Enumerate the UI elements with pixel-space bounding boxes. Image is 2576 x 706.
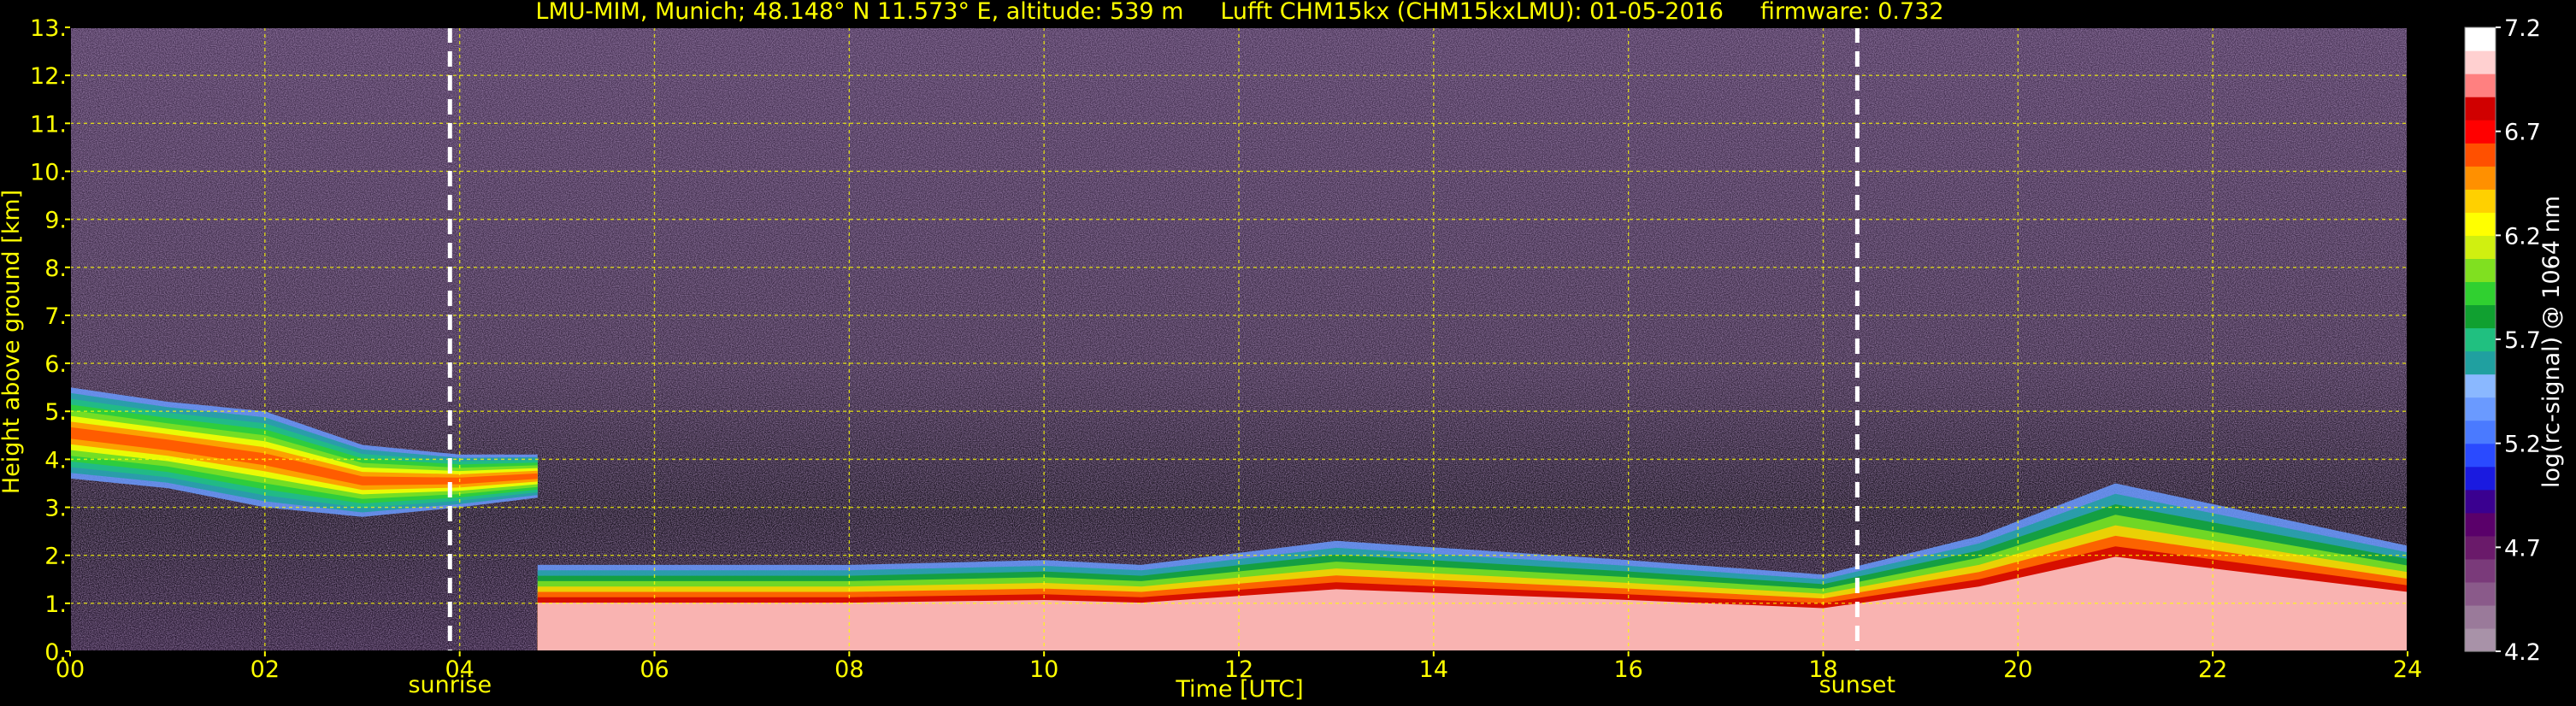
- colorbar-segment: [2465, 50, 2496, 74]
- y-tick-label: 7.: [44, 303, 67, 330]
- colorbar-tick-label: 6.7: [2504, 120, 2541, 146]
- colorbar-segment: [2465, 374, 2496, 398]
- x-tick-label: 22: [2198, 656, 2227, 683]
- x-tick-label: 24: [2393, 656, 2422, 683]
- colorbar-segment: [2465, 143, 2496, 167]
- colorbar-segment: [2465, 466, 2496, 491]
- y-tick-label: 12.: [30, 63, 67, 90]
- colorbar-tick-label: 4.7: [2504, 535, 2541, 562]
- y-tick-label: 13.: [30, 15, 67, 42]
- plot-area: [70, 27, 2408, 651]
- colorbar-tick-label: 5.7: [2504, 327, 2541, 354]
- y-axis-label: Height above ground [km]: [0, 190, 25, 494]
- x-tick-label: 14: [1419, 656, 1448, 683]
- colorbar-segment: [2465, 581, 2496, 606]
- y-axis-ticks: 0. 1. 2. 3. 4. 5. 6. 7. 8. 9. 10. 11. 12. 13.: [30, 15, 70, 666]
- colorbar-segment: [2465, 420, 2496, 444]
- colorbar-segment: [2465, 235, 2496, 259]
- y-tick-label: 8.: [44, 256, 67, 282]
- colorbar-segment: [2465, 166, 2496, 190]
- y-tick-label: 1.: [44, 591, 67, 618]
- colorbar-segment: [2465, 535, 2496, 560]
- colorbar-segment: [2465, 350, 2496, 375]
- colorbar-segment: [2465, 443, 2496, 468]
- colorbar-segment: [2465, 604, 2496, 629]
- sunset-label: sunset: [1819, 672, 1896, 698]
- colorbar-segment: [2465, 212, 2496, 236]
- x-tick-label: 08: [834, 656, 864, 683]
- y-tick-label: 10.: [30, 159, 67, 185]
- colorbar-segment: [2465, 74, 2496, 97]
- colorbar-tick-label: 5.2: [2504, 432, 2541, 458]
- y-tick-label: 3.: [44, 496, 67, 522]
- y-tick-label: 11.: [30, 111, 67, 138]
- x-axis-label: Time [UTC]: [1175, 676, 1303, 703]
- y-tick-label: 9.: [44, 208, 67, 234]
- chart-title: LMU-MIM, Munich; 48.148° N 11.573° E, al…: [535, 0, 1943, 25]
- colorbar-tick-label: 6.2: [2504, 223, 2541, 250]
- colorbar-segment: [2465, 627, 2496, 652]
- x-tick-label: 02: [251, 656, 280, 683]
- colorbar-segment: [2465, 27, 2496, 51]
- y-tick-label: 5.: [44, 399, 67, 426]
- sunrise-label: sunrise: [408, 672, 492, 698]
- y-tick-label: 2.: [44, 544, 67, 570]
- y-tick-label: 4.: [44, 447, 67, 474]
- colorbar-tick-label: 7.2: [2504, 15, 2541, 42]
- colorbar-tick-label: 4.2: [2504, 639, 2541, 666]
- colorbar-segment: [2465, 189, 2496, 213]
- x-tick-label: 20: [2003, 656, 2032, 683]
- colorbar-segment: [2465, 97, 2496, 121]
- colorbar-segment: [2465, 281, 2496, 306]
- y-tick-label: 0.: [44, 639, 67, 666]
- colorbar-segment: [2465, 120, 2496, 144]
- x-tick-label: 06: [640, 656, 669, 683]
- colorbar-segment: [2465, 558, 2496, 583]
- colorbar-segment: [2465, 512, 2496, 537]
- colorbar-segment: [2465, 327, 2496, 352]
- x-tick-label: 10: [1029, 656, 1058, 683]
- y-tick-label: 6.: [44, 351, 67, 378]
- x-tick-label: 16: [1613, 656, 1642, 683]
- colorbar-segment: [2465, 397, 2496, 421]
- colorbar-segment: [2465, 489, 2496, 514]
- colorbar-segment: [2465, 304, 2496, 329]
- colorbar-label: log(rc-signal) @ 1064 nm: [2538, 196, 2565, 488]
- marker-labels: sunrise sunset: [408, 672, 1895, 698]
- ceilometer-chart: LMU-MIM, Munich; 48.148° N 11.573° E, al…: [0, 0, 2565, 703]
- colorbar-segment: [2465, 258, 2496, 283]
- colorbar: 4.2 4.7 5.2 5.7 6.2 6.7 7.2: [2464, 15, 2541, 666]
